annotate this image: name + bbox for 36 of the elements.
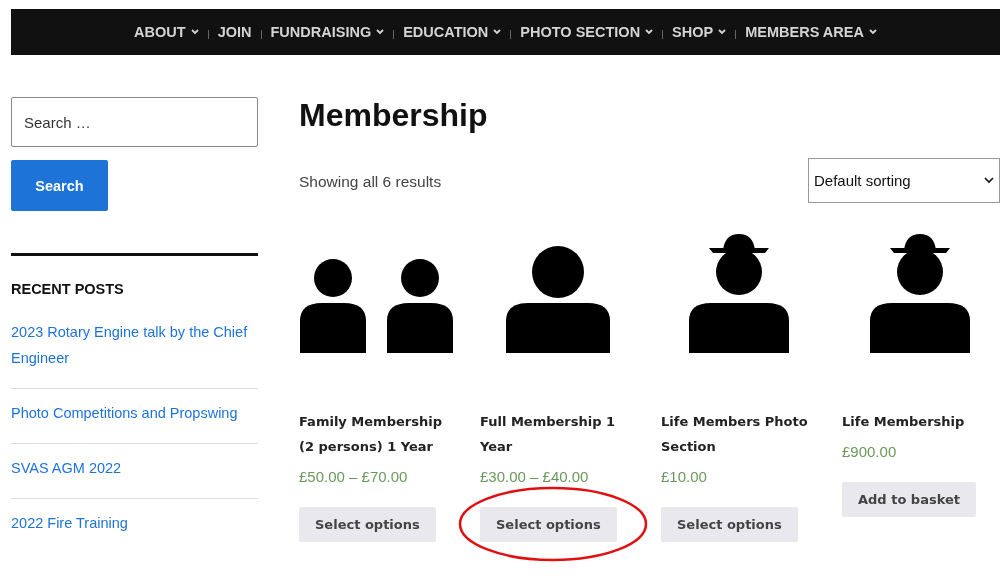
search-field[interactable]: Search …: [11, 97, 258, 147]
result-count: Showing all 6 results: [299, 173, 442, 191]
widget-title: RECENT POSTS: [11, 281, 125, 297]
post-link[interactable]: 2023 Rotary Engine talk by the Chief Engineer: [11, 319, 258, 389]
nav-link[interactable]: FUNDRAISING: [261, 24, 394, 40]
chevron-down-icon: [376, 29, 385, 35]
chevron-down-icon: [718, 29, 727, 35]
product-price: £900.00: [842, 443, 897, 460]
post-link[interactable]: 2022 Fire Training: [11, 499, 258, 553]
nav-link[interactable]: MEMBERS AREA: [736, 24, 886, 40]
nav-link[interactable]: EDUCATION: [394, 24, 511, 40]
product-button[interactable]: Add to basket: [842, 482, 976, 517]
product-title[interactable]: Life Members Photo Section: [661, 409, 816, 459]
chevron-down-icon: [984, 177, 994, 184]
nav-link[interactable]: SHOP: [663, 24, 736, 40]
chevron-down-icon: [868, 29, 877, 35]
chevron-down-icon: [190, 29, 199, 35]
post-link[interactable]: Photo Competitions and Propswing: [11, 389, 258, 444]
product-price: £10.00: [661, 468, 707, 485]
chevron-down-icon: [645, 29, 654, 35]
product-button[interactable]: Select options: [661, 507, 798, 542]
sorting-select[interactable]: Default sorting: [808, 158, 1000, 203]
product-price: £50.00 – £70.00: [299, 468, 408, 485]
search-button[interactable]: Search: [11, 160, 108, 211]
post-link[interactable]: SVAS AGM 2022: [11, 444, 258, 499]
product-title[interactable]: Full Membership 1 Year: [480, 409, 635, 459]
product-price: £30.00 – £40.00: [480, 468, 589, 485]
nav-link[interactable]: JOIN: [208, 24, 261, 40]
product-button[interactable]: Select options: [480, 507, 617, 542]
chevron-down-icon: [493, 29, 502, 35]
product-button[interactable]: Select options: [299, 507, 436, 542]
product-title[interactable]: Life Membership: [842, 409, 965, 434]
page-title: Membership: [299, 97, 489, 134]
nav-link[interactable]: ABOUT: [125, 24, 208, 40]
nav-link[interactable]: PHOTO SECTION: [511, 24, 663, 40]
product-title[interactable]: Family Membership (2 persons) 1 Year: [299, 409, 454, 459]
